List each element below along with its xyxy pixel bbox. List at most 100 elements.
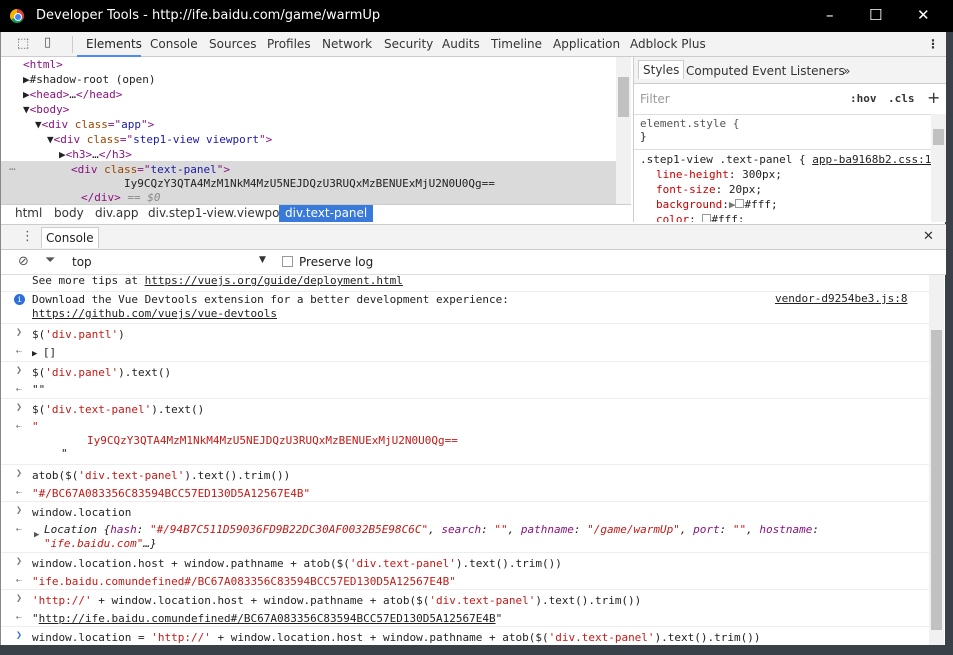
code: ).text().trim()) — [184, 469, 291, 482]
tab-adblock-plus[interactable]: Adblock Plus — [630, 37, 706, 51]
input-prompt-icon: ❯ — [16, 505, 23, 516]
scroll-thumb[interactable] — [931, 330, 942, 630]
result[interactable]: [] — [43, 346, 56, 359]
node-div-app[interactable]: ▼<div class="app"> — [35, 117, 154, 132]
tab-styles[interactable]: Styles — [638, 60, 685, 79]
tag-text: =" — [119, 133, 134, 146]
tab-event-listeners[interactable]: Event Listeners — [748, 62, 849, 80]
tab-sources[interactable]: Sources — [209, 37, 256, 51]
tab-network[interactable]: Network — [322, 37, 372, 51]
node-div-text-panel[interactable]: <div class="text-panel"> — [71, 162, 230, 177]
tag-text: "> — [258, 133, 273, 146]
node-html[interactable]: <html> — [23, 57, 63, 72]
rule-source-link[interactable]: app-ba9168b2.css:1 — [812, 153, 931, 166]
maximize-button[interactable]: ☐ — [869, 6, 882, 24]
location-object[interactable]: Location {hash: "#/94B7C511D59036FD9B22D… — [44, 522, 819, 537]
message-link[interactable]: https://github.com/vuejs/vue-devtools — [32, 307, 277, 320]
chevron-down-icon[interactable]: ▼ — [259, 255, 266, 265]
more-tabs-icon[interactable]: » — [839, 62, 854, 80]
code: ).text().trim()) — [535, 594, 642, 607]
style-prop[interactable]: color: #fff; — [634, 212, 931, 222]
scroll-thumb[interactable] — [618, 77, 629, 117]
prop-name: color — [656, 213, 690, 222]
scroll-thumb[interactable] — [933, 129, 944, 145]
node-actions-dots[interactable]: … — [9, 160, 16, 173]
input-prompt-icon: ❯ — [16, 468, 23, 479]
styles-filter-input[interactable]: Filter — [640, 92, 670, 106]
input-prompt-icon: ❯ — [16, 365, 23, 376]
code-string: 'div.text-panel' — [429, 594, 536, 607]
node-close-div[interactable]: </div> == $0 — [81, 190, 161, 204]
background-page — [0, 645, 953, 655]
code: + window.location.host + window.pathname… — [210, 631, 549, 644]
attr-value: text-panel — [150, 163, 217, 176]
styles-pane: Styles Computed Event Listeners » Filter… — [633, 57, 946, 222]
close-brace: } — [640, 130, 647, 143]
node-head[interactable]: ▶<head>…</head> — [23, 87, 122, 102]
code: $( — [32, 366, 46, 379]
message-text: Download the Vue Devtools extension for … — [32, 293, 509, 306]
context-select[interactable]: top — [72, 255, 92, 269]
console-entry: ❯ 'http://' + window.location.host + win… — [1, 590, 929, 627]
style-prop[interactable]: background:▶ #fff; — [634, 197, 931, 212]
preserve-log-checkbox[interactable] — [282, 256, 293, 267]
node-div-step1-view[interactable]: ▼<div class="step1-view viewport"> — [47, 132, 272, 147]
result-arrow-icon: ⇠ — [16, 524, 23, 535]
style-prop[interactable]: line-height: 300px; — [634, 167, 931, 182]
inspect-element-icon[interactable]: ⬚ — [17, 36, 29, 51]
rule-selector[interactable]: .step1-view .text-panel { — [640, 153, 806, 166]
source-link[interactable]: vendor-d9254be3.js:8 — [775, 292, 907, 305]
tag-text: <body> — [29, 103, 70, 116]
breadcrumb-div-text-panel[interactable]: div.text-panel — [279, 205, 374, 222]
prop-name: line-height — [656, 168, 729, 181]
close-window-button[interactable]: ✕ — [917, 6, 930, 24]
code-string: 'div.text-panel' — [349, 557, 456, 570]
tab-timeline[interactable]: Timeline — [491, 37, 542, 51]
value: "ife.baidu.com" — [44, 537, 144, 550]
console-input[interactable]: ❯ window.location = 'http://' + window.l… — [1, 627, 929, 645]
code-string: 'div.panel' — [45, 366, 119, 379]
node-body[interactable]: ▼<body> — [23, 102, 69, 117]
clear-console-icon[interactable]: ⊘ — [18, 254, 29, 269]
expand-icon[interactable]: ▶ — [34, 530, 39, 540]
tag-text: <div — [41, 118, 75, 131]
device-mode-icon[interactable]: ▯ — [44, 35, 51, 50]
cls-toggle[interactable]: .cls — [888, 92, 915, 105]
expand-icon[interactable]: ▶ — [729, 198, 736, 211]
drawer-menu-icon[interactable]: ⋮ — [21, 229, 34, 244]
style-prop[interactable]: font-size: 20px; — [634, 182, 931, 197]
node-shadow-root[interactable]: ▶#shadow-root (open) — [23, 72, 155, 87]
tag-text: "> — [141, 118, 155, 131]
elements-scrollbar[interactable] — [616, 57, 631, 204]
tab-computed[interactable]: Computed — [682, 62, 752, 80]
devtools-window: ⬚ ▯ Elements Console Sources Profiles Ne… — [0, 32, 946, 645]
add-rule-button[interactable]: + — [927, 88, 940, 107]
tab-elements[interactable]: Elements — [86, 37, 142, 51]
breadcrumb-html[interactable]: html — [9, 205, 48, 222]
hov-toggle[interactable]: :hov — [850, 92, 877, 105]
code: ).text().trim()) — [455, 557, 562, 570]
tab-profiles[interactable]: Profiles — [267, 37, 311, 51]
console-scrollbar[interactable] — [929, 275, 944, 645]
tab-console[interactable]: Console — [150, 37, 198, 51]
result-link[interactable]: http://ife.baidu.comundefined#/BC67A0833… — [39, 612, 496, 625]
node-h3[interactable]: ▶<h3>…</h3> — [59, 147, 132, 162]
tab-audits[interactable]: Audits — [442, 37, 480, 51]
message-link[interactable]: https://vuejs.org/guide/deployment.html — [145, 275, 403, 287]
tab-application[interactable]: Application — [553, 37, 620, 51]
close-drawer-button[interactable]: ✕ — [923, 229, 934, 244]
node-text-content[interactable]: Iy9CQzY3QTA4MzM1NkM4MzU5NEJDQzU3RUQxMzBE… — [124, 176, 495, 191]
tab-security[interactable]: Security — [384, 37, 433, 51]
code: ) — [118, 328, 125, 341]
drawer-tab-console[interactable]: Console — [41, 227, 99, 248]
element-style-selector[interactable]: element.style { — [634, 115, 931, 130]
minimize-button[interactable]: – — [826, 6, 834, 24]
breadcrumb-body[interactable]: body — [48, 205, 90, 222]
breadcrumb-div-step1-view[interactable]: div.step1-view.viewport — [142, 205, 295, 222]
expand-icon[interactable]: ▶ — [32, 349, 43, 359]
more-options-icon[interactable]: ⋮ — [927, 37, 939, 51]
styles-scrollbar[interactable] — [931, 114, 946, 222]
breadcrumb-div-app[interactable]: div.app — [89, 205, 145, 222]
code: window.location = — [32, 631, 152, 644]
filter-icon[interactable]: ⏷ — [45, 253, 55, 268]
